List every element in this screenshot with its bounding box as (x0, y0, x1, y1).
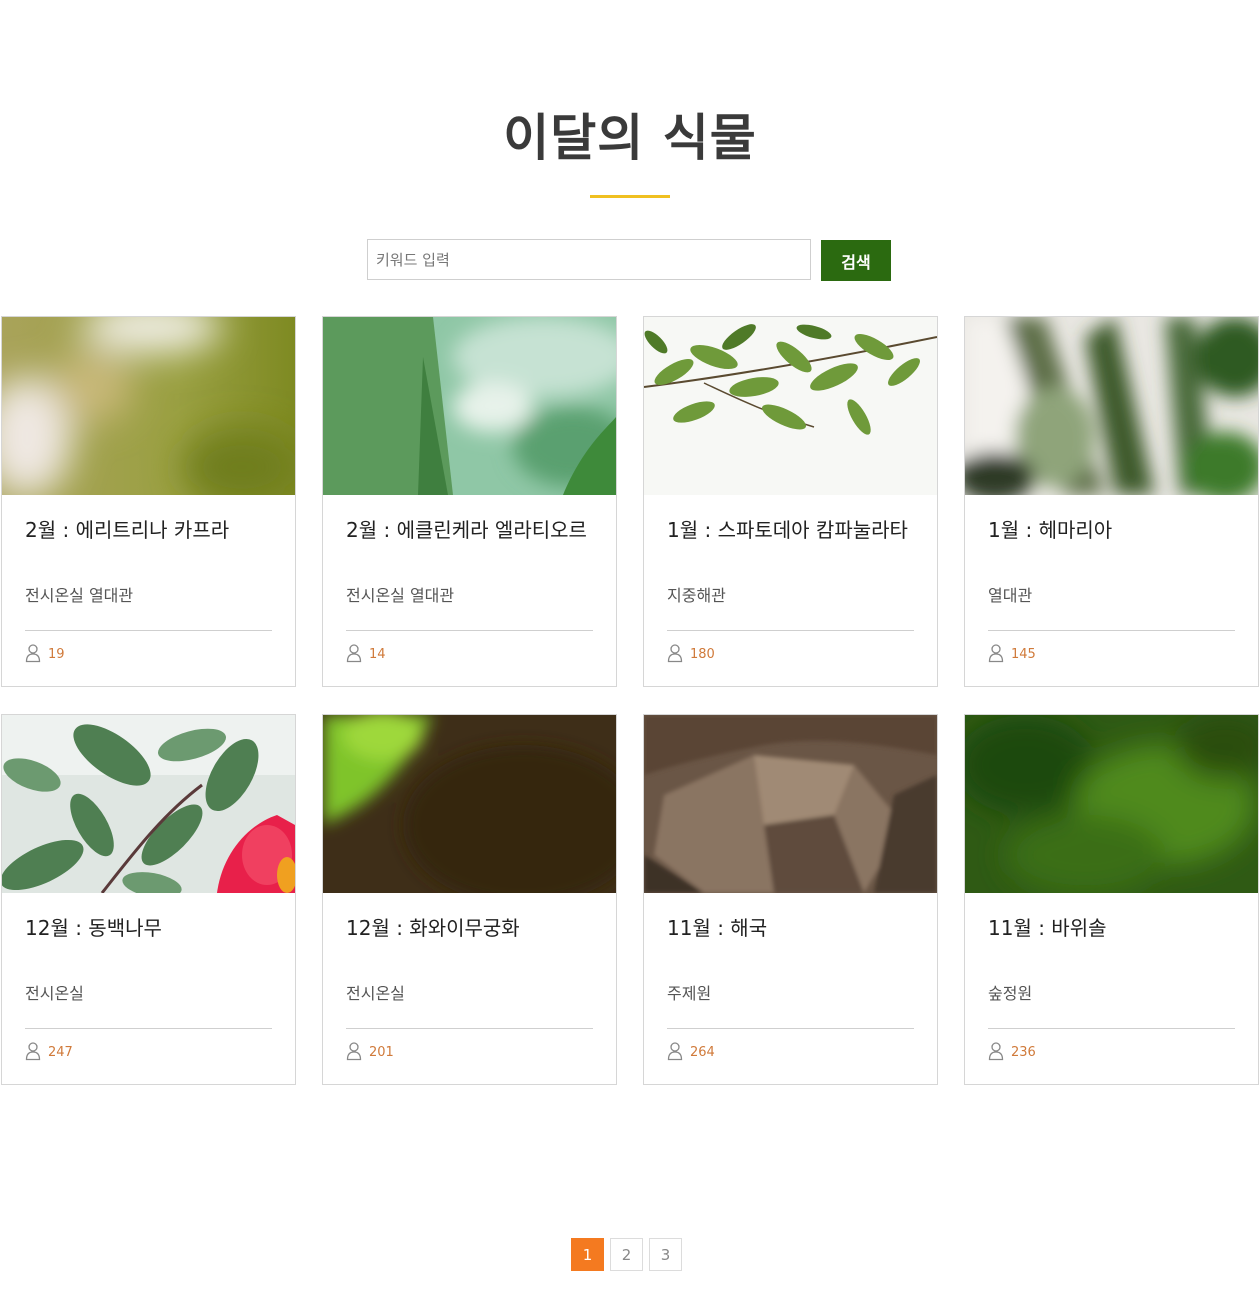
card-location: 주제원 (667, 984, 712, 1003)
card-views: 236 (988, 1041, 1036, 1061)
card-location: 지중해관 (667, 586, 726, 605)
views-count: 201 (369, 1045, 394, 1060)
user-icon (988, 644, 1004, 663)
card-views: 14 (346, 643, 386, 663)
plant-card[interactable]: 1월 : 헤마리아 열대관 145 (964, 316, 1259, 687)
card-divider (25, 630, 272, 631)
user-icon (988, 1042, 1004, 1061)
views-count: 236 (1011, 1045, 1036, 1060)
card-location: 전시온실 열대관 (346, 586, 455, 605)
plant-card[interactable]: 12월 : 화와이무궁화 전시온실 201 (322, 714, 617, 1085)
plant-card[interactable]: 2월 : 에클린케라 엘라티오르 전시온실 열대관 14 (322, 316, 617, 687)
views-count: 180 (690, 647, 715, 662)
card-image[interactable] (323, 715, 616, 893)
card-title[interactable]: 12월 : 화와이무궁화 (346, 912, 606, 941)
views-count: 14 (369, 647, 386, 662)
card-divider (988, 630, 1235, 631)
page-title: 이달의 식물 (503, 109, 757, 167)
card-views: 247 (25, 1041, 73, 1061)
card-title[interactable]: 1월 : 헤마리아 (988, 514, 1248, 543)
card-image[interactable] (323, 317, 616, 495)
card-views: 180 (667, 643, 715, 663)
plant-card[interactable]: 1월 : 스파토데아 캄파눌라타 지중해관 180 (643, 316, 938, 687)
card-image[interactable] (2, 317, 295, 495)
views-count: 247 (48, 1045, 73, 1060)
user-icon (667, 644, 683, 663)
user-icon (25, 644, 41, 663)
page-2[interactable]: 2 (610, 1238, 643, 1271)
user-icon (346, 1042, 362, 1061)
card-views: 264 (667, 1041, 715, 1061)
card-image[interactable] (644, 715, 937, 893)
views-count: 264 (690, 1045, 715, 1060)
card-location: 전시온실 (346, 984, 405, 1003)
views-count: 145 (1011, 647, 1036, 662)
card-title[interactable]: 2월 : 에리트리나 카프라 (25, 514, 285, 543)
plant-card[interactable]: 11월 : 바위솔 숲정원 236 (964, 714, 1259, 1085)
card-views: 145 (988, 643, 1036, 663)
card-divider (346, 1028, 593, 1029)
page-3[interactable]: 3 (649, 1238, 682, 1271)
card-location: 전시온실 열대관 (25, 586, 134, 605)
card-views: 201 (346, 1041, 394, 1061)
card-location: 숲정원 (988, 984, 1033, 1003)
card-location: 전시온실 (25, 984, 84, 1003)
card-title[interactable]: 1월 : 스파토데아 캄파눌라타 (667, 514, 927, 543)
card-image[interactable] (2, 715, 295, 893)
card-divider (346, 630, 593, 631)
search-input[interactable] (367, 239, 811, 280)
pagination: 1 2 3 (571, 1238, 688, 1271)
plant-card[interactable]: 11월 : 해국 주제원 264 (643, 714, 938, 1085)
card-title[interactable]: 11월 : 바위솔 (988, 912, 1248, 941)
card-title[interactable]: 2월 : 에클린케라 엘라티오르 (346, 514, 606, 543)
card-divider (667, 630, 914, 631)
card-image[interactable] (965, 317, 1258, 495)
plant-card[interactable]: 2월 : 에리트리나 카프라 전시온실 열대관 19 (1, 316, 296, 687)
search-button[interactable]: 검색 (821, 240, 891, 281)
user-icon (346, 644, 362, 663)
card-title[interactable]: 11월 : 해국 (667, 912, 927, 941)
card-image[interactable] (965, 715, 1258, 893)
card-title[interactable]: 12월 : 동백나무 (25, 912, 285, 941)
title-underline (590, 195, 670, 198)
card-divider (667, 1028, 914, 1029)
plant-card[interactable]: 12월 : 동백나무 전시온실 247 (1, 714, 296, 1085)
card-views: 19 (25, 643, 65, 663)
user-icon (667, 1042, 683, 1061)
card-location: 열대관 (988, 586, 1033, 605)
card-divider (988, 1028, 1235, 1029)
user-icon (25, 1042, 41, 1061)
views-count: 19 (48, 647, 65, 662)
page-1[interactable]: 1 (571, 1238, 604, 1271)
card-image[interactable] (644, 317, 937, 495)
card-divider (25, 1028, 272, 1029)
